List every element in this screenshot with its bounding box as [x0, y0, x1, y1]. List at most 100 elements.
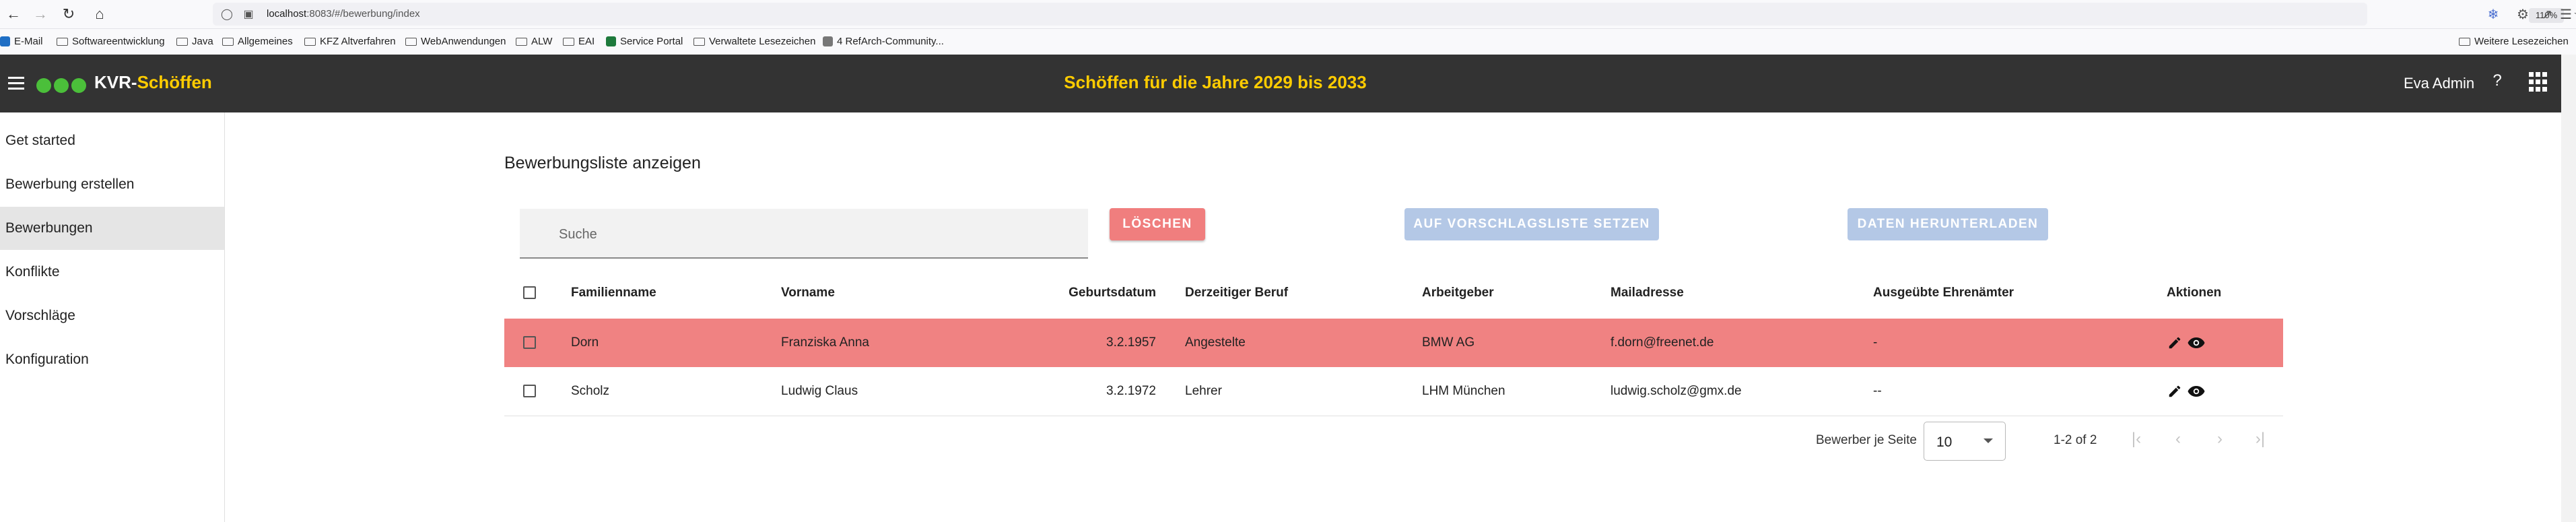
cell-firstname: Ludwig Claus: [781, 384, 858, 398]
hamburger-menu-icon[interactable]: [5, 71, 30, 95]
download-data-button[interactable]: DATEN HERUNTERLADEN: [1848, 208, 2048, 240]
cell-mail: f.dorn@freenet.de: [1611, 335, 1714, 350]
column-header-firstname[interactable]: Vorname: [781, 273, 835, 313]
sidebar-item-konflikte[interactable]: Konflikte: [0, 251, 224, 294]
table-row[interactable]: Scholz Ludwig Claus 3.2.1972 Lehrer LHM …: [504, 367, 2283, 416]
bookmark-service-portal[interactable]: Service Portal: [606, 36, 683, 47]
folder-icon: [2459, 37, 2470, 46]
cell-lastname: Dorn: [571, 335, 599, 350]
bookmarks-bar: E-Mail Softwareentwicklung Java Allgemei…: [0, 29, 2576, 55]
sidebar-item-bewerbung-erstellen[interactable]: Bewerbung erstellen: [0, 163, 224, 206]
back-icon[interactable]: ←: [1, 2, 26, 26]
app-logo[interactable]: KVR-Schöffen: [94, 72, 212, 93]
cell-lastname: Scholz: [571, 384, 610, 398]
reload-icon[interactable]: ↻: [57, 2, 81, 26]
shield-icon[interactable]: ◯: [217, 4, 237, 24]
folder-icon: [176, 37, 188, 46]
per-page-value: 10: [1936, 434, 1953, 450]
folder-icon: [693, 37, 705, 46]
sidebar-item-konfiguration[interactable]: Konfiguration: [0, 338, 224, 381]
page-icon: [823, 36, 833, 46]
folder-icon: [563, 37, 574, 46]
folder-icon: [405, 37, 417, 46]
user-name[interactable]: Eva Admin: [2404, 75, 2474, 92]
bookmark-folder[interactable]: ALW: [516, 36, 552, 47]
bookmark-folder[interactable]: WebAnwendungen: [405, 36, 506, 47]
column-header-mail[interactable]: Mailadresse: [1611, 273, 1684, 313]
extension-icon[interactable]: ❄: [2483, 4, 2503, 24]
row-checkbox[interactable]: [523, 336, 536, 349]
column-header-honorary[interactable]: Ausgeübte Ehrenämter: [1873, 273, 2014, 313]
url-bar[interactable]: ◯ ▣ localhost:8083/#/bewerbung/index 110…: [213, 3, 2576, 26]
apps-grid-icon[interactable]: [2529, 72, 2549, 92]
logo-dot-icon: [54, 78, 69, 93]
column-header-employer[interactable]: Arbeitgeber: [1422, 273, 1494, 313]
last-page-icon[interactable]: ›|: [2248, 427, 2272, 451]
next-page-icon[interactable]: ›: [2208, 427, 2232, 451]
column-header-lastname[interactable]: Familienname: [571, 273, 656, 313]
per-page-select[interactable]: 10: [1924, 422, 2006, 461]
cell-birthdate: 3.2.1957: [1106, 335, 1156, 350]
help-icon[interactable]: ?: [2487, 71, 2507, 90]
view-eye-icon[interactable]: [2188, 337, 2205, 349]
extensions-puzzle-icon[interactable]: ⚙: [2513, 4, 2533, 24]
first-page-icon[interactable]: |‹: [2124, 427, 2148, 451]
folder-icon: [222, 37, 234, 46]
search-input[interactable]: [557, 224, 1072, 245]
share-icon[interactable]: ↗: [2537, 4, 2557, 24]
per-page-label: Bewerber je Seite: [1816, 433, 1917, 447]
app-menu-icon[interactable]: ☰: [2556, 4, 2576, 24]
cell-mail: ludwig.scholz@gmx.de: [1611, 384, 1742, 398]
sidebar-item-bewerbungen[interactable]: Bewerbungen: [0, 207, 224, 250]
folder-icon: [516, 37, 527, 46]
table-header-row: Familienname Vorname Geburtsdatum Derzei…: [504, 273, 2283, 313]
bookmark-email[interactable]: E-Mail: [0, 36, 43, 47]
logo-dot-icon: [36, 78, 51, 93]
bookmark-folder[interactable]: Allgemeines: [222, 36, 293, 47]
sidebar-item-get-started[interactable]: Get started: [0, 119, 224, 162]
home-icon[interactable]: ⌂: [88, 2, 112, 26]
app-title: Schöffen für die Jahre 2029 bis 2033: [1064, 72, 1367, 92]
page-title: Bewerbungsliste anzeigen: [504, 154, 701, 172]
row-checkbox[interactable]: [523, 385, 536, 397]
column-header-job[interactable]: Derzeitiger Beruf: [1185, 273, 1288, 313]
bookmark-folder[interactable]: Java: [176, 36, 213, 47]
cell-job: Angestelte: [1185, 335, 1246, 350]
row-actions: [2167, 367, 2205, 416]
url-text: localhost:8083/#/bewerbung/index: [267, 8, 420, 20]
bookmark-folder[interactable]: EAI: [563, 36, 595, 47]
column-header-birthdate[interactable]: Geburtsdatum: [1043, 273, 1156, 313]
forward-icon[interactable]: →: [28, 2, 53, 26]
page-info-icon[interactable]: ▣: [238, 4, 259, 24]
search-field[interactable]: [520, 209, 1088, 259]
row-actions: [2167, 319, 2205, 367]
bookmark-folder[interactable]: Softwareentwicklung: [57, 36, 165, 47]
other-bookmarks[interactable]: Weitere Lesezeichen: [2459, 36, 2569, 47]
page-range: 1-2 of 2: [2054, 433, 2097, 447]
view-eye-icon[interactable]: [2188, 385, 2205, 397]
pagination: Bewerber je Seite 10 1-2 of 2 |‹ ‹ › ›|: [504, 416, 2283, 463]
cell-honorary: --: [1873, 384, 1882, 398]
outlook-icon: [0, 36, 10, 46]
app-bar: KVR-Schöffen Schöffen für die Jahre 2029…: [0, 55, 2561, 112]
folder-icon: [57, 37, 68, 46]
edit-pencil-icon[interactable]: [2167, 335, 2182, 350]
sidebar-item-vorschlaege[interactable]: Vorschläge: [0, 294, 224, 337]
select-all-checkbox[interactable]: [523, 286, 536, 299]
delete-button[interactable]: LÖSCHEN: [1110, 208, 1205, 240]
table-row[interactable]: Dorn Franziska Anna 3.2.1957 Angestelte …: [504, 319, 2283, 367]
bookmark-folder[interactable]: Verwaltete Lesezeichen: [693, 36, 815, 47]
edit-pencil-icon[interactable]: [2167, 384, 2182, 399]
previous-page-icon[interactable]: ‹: [2166, 427, 2190, 451]
service-icon: [606, 36, 616, 46]
sidebar: Get started Bewerbung erstellen Bewerbun…: [0, 112, 225, 522]
cell-employer: BMW AG: [1422, 335, 1475, 350]
scrollbar[interactable]: [2561, 55, 2576, 522]
cell-firstname: Franziska Anna: [781, 335, 869, 350]
add-to-proposal-list-button[interactable]: AUF VORSCHLAGSLISTE SETZEN: [1404, 208, 1659, 240]
cell-employer: LHM München: [1422, 384, 1505, 398]
bookmark-folder[interactable]: KFZ Altverfahren: [304, 36, 396, 47]
cell-honorary: -: [1873, 335, 1878, 350]
bookmark-refarch[interactable]: 4 RefArch-Community...: [823, 36, 944, 47]
caret-down-icon: [1984, 438, 1993, 443]
